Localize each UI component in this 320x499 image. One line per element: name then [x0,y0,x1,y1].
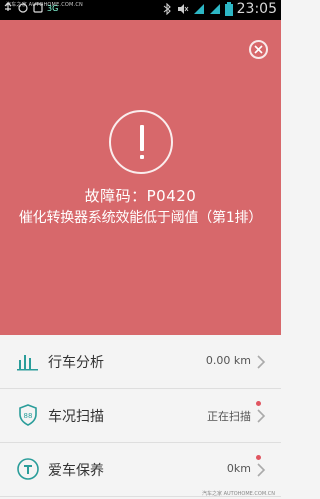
close-button[interactable] [249,40,268,59]
fault-code: 故障码：P0420 [84,187,197,205]
network-type: 3G [47,3,59,13]
wrench-icon [17,458,39,480]
list-item-value: 正在扫描 [207,410,251,423]
function-list: 行车分析 0.00 km 88 车况扫描 正在扫描 爱车保养 0km 汽车之家 … [0,335,281,499]
signal-icon [209,4,220,14]
wifi-icon [193,4,204,14]
bluetooth-icon [163,3,171,15]
status-left-icons: 3G [2,2,58,14]
sync-icon [18,3,28,13]
chevron-right-icon [257,409,266,423]
warning-icon [109,110,173,174]
status-bar: 汽车之家 AUTOHOME.COM.CN 3G 23:05 [0,0,281,20]
list-item-car-maintenance[interactable]: 爱车保养 0km [0,443,281,497]
svg-text:88: 88 [24,412,33,420]
fault-alert-panel: 故障码：P0420 催化转换器系统效能低于阈值（第1排） [0,20,281,335]
mute-icon [177,4,189,14]
list-item-condition-scan[interactable]: 88 车况扫描 正在扫描 [0,389,281,443]
shield-88-icon: 88 [19,404,37,426]
fault-description: 催化转换器系统效能低于阈值（第1排） [18,210,263,226]
clock: 23:05 [236,1,277,17]
list-item-driving-analysis[interactable]: 行车分析 0.00 km [0,335,281,389]
battery-icon [224,2,233,16]
notification-dot [256,401,261,406]
notification-icon [33,3,43,13]
list-item-label: 行车分析 [48,355,104,371]
status-right-icons: 23:05 [161,1,277,17]
close-icon [254,45,263,54]
chevron-right-icon [257,355,266,369]
chevron-right-icon [257,463,266,477]
bar-chart-icon [17,355,38,371]
list-item-value: 0km [226,462,251,475]
list-item-value: 0.00 km [205,354,251,367]
list-item-label: 爱车保养 [48,463,104,479]
usb-icon [4,2,12,11]
notification-dot [256,455,261,460]
list-item-label: 车况扫描 [48,409,104,425]
watermark: 汽车之家 AUTOHOME.COM.CN [202,491,275,497]
